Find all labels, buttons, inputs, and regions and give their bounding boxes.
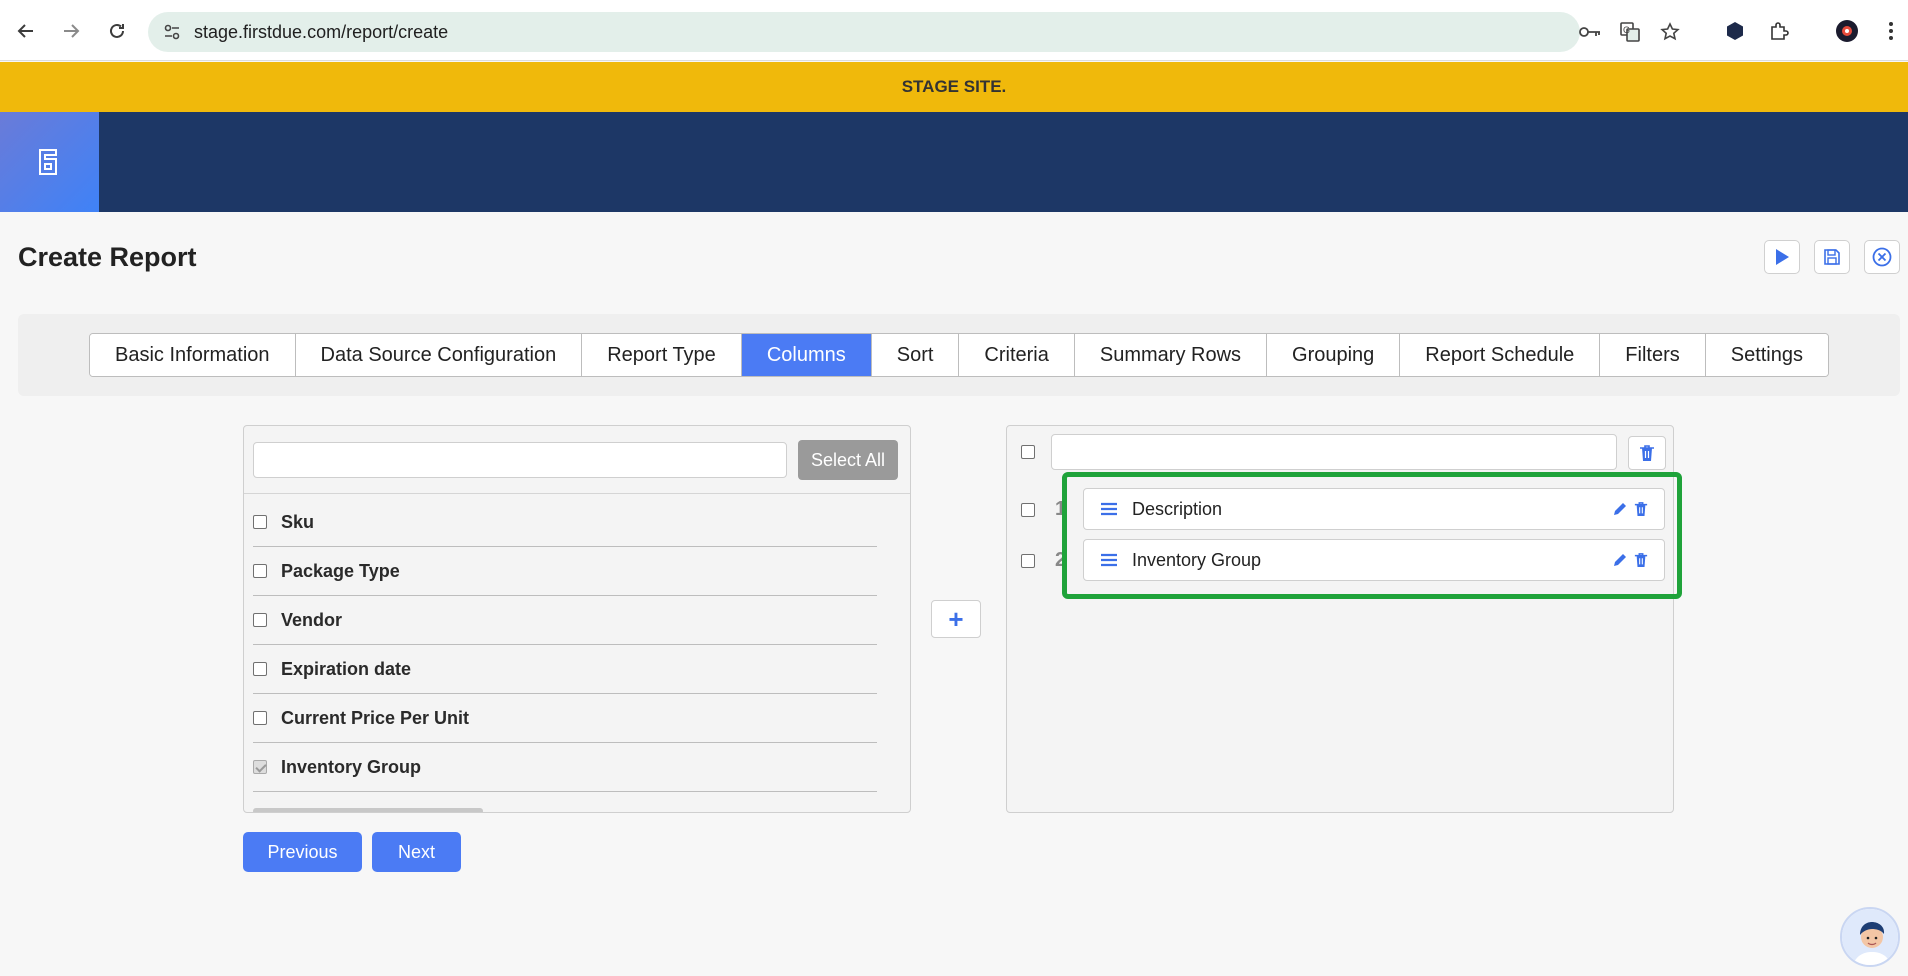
tab-report-type[interactable]: Report Type: [582, 334, 742, 376]
field-row-vendor[interactable]: Vendor: [253, 596, 877, 645]
forward-icon[interactable]: [57, 17, 85, 45]
browser-toolbar: stage.firstdue.com/report/create G: [0, 0, 1908, 61]
tab-columns[interactable]: Columns: [741, 334, 872, 376]
reload-icon[interactable]: [103, 17, 131, 45]
select-all-button[interactable]: Select All: [798, 440, 898, 480]
field-row-current-price-per-unit[interactable]: Current Price Per Unit: [253, 694, 877, 743]
close-report-button[interactable]: [1864, 240, 1900, 274]
tab-sort[interactable]: Sort: [871, 334, 960, 376]
panel-divider: [244, 493, 910, 494]
selected-columns-highlight: [1062, 472, 1682, 599]
delete-selected-columns-button[interactable]: [1628, 436, 1666, 470]
field-label: Package Type: [281, 560, 400, 581]
field-row-package-type[interactable]: Package Type: [253, 547, 877, 596]
page-title: Create Report: [18, 242, 197, 272]
save-report-button[interactable]: [1814, 240, 1850, 274]
app-header: [0, 112, 1908, 212]
tab-criteria[interactable]: Criteria: [959, 334, 1075, 376]
fields-search-input[interactable]: [253, 442, 787, 478]
field-checkbox-disabled-checked: [253, 760, 267, 774]
profile-avatar-icon[interactable]: [1834, 18, 1860, 44]
field-label: Expiration date: [281, 658, 412, 679]
svg-text:G: G: [1623, 25, 1630, 35]
add-columns-button[interactable]: +: [931, 600, 981, 638]
field-row-sku[interactable]: Sku: [253, 498, 877, 547]
field-label: Sku: [281, 511, 315, 532]
field-label: Current Price Per Unit: [281, 707, 470, 728]
extensions-puzzle-icon[interactable]: [1766, 18, 1792, 44]
trash-icon: [1640, 445, 1654, 461]
play-icon: [1776, 249, 1789, 265]
logo-icon: [38, 149, 57, 175]
tab-data-source-configuration[interactable]: Data Source Configuration: [295, 334, 583, 376]
tabs-container: Basic Information Data Source Configurat…: [18, 314, 1900, 396]
field-checkbox[interactable]: [253, 662, 267, 676]
select-all-columns-checkbox[interactable]: [1021, 445, 1035, 459]
tab-filters[interactable]: Filters: [1600, 334, 1706, 376]
address-bar[interactable]: stage.firstdue.com/report/create G: [148, 12, 1680, 52]
url-text[interactable]: stage.firstdue.com/report/create: [194, 22, 448, 43]
site-settings-icon[interactable]: [160, 20, 184, 44]
next-button[interactable]: Next: [372, 832, 461, 872]
tab-basic-information[interactable]: Basic Information: [90, 334, 296, 376]
report-tabs: Basic Information Data Source Configurat…: [89, 333, 1829, 377]
tab-grouping[interactable]: Grouping: [1267, 334, 1401, 376]
columns-header-input[interactable]: [1051, 434, 1617, 470]
field-checkbox[interactable]: [253, 515, 267, 529]
tab-report-schedule[interactable]: Report Schedule: [1400, 334, 1601, 376]
tab-settings[interactable]: Settings: [1705, 334, 1828, 376]
extension-hex-icon[interactable]: [1722, 18, 1748, 44]
field-label: Vendor: [281, 609, 343, 630]
field-row-expiration-date[interactable]: Expiration date: [253, 645, 877, 694]
available-fields-panel: Select All Sku Package Type Vendor Expir…: [243, 425, 911, 813]
chat-assistant-avatar[interactable]: [1840, 907, 1900, 967]
save-icon: [1824, 249, 1840, 265]
password-key-icon[interactable]: [1578, 20, 1602, 44]
close-circle-icon: [1872, 247, 1892, 267]
field-row-inventory-group[interactable]: Inventory Group: [253, 743, 877, 792]
browser-menu-icon[interactable]: [1878, 18, 1904, 44]
stage-banner: STAGE SITE.: [0, 62, 1908, 112]
run-report-button[interactable]: [1764, 240, 1800, 274]
tab-summary-rows[interactable]: Summary Rows: [1074, 334, 1268, 376]
field-checkbox[interactable]: [253, 564, 267, 578]
column-checkbox[interactable]: [1021, 553, 1035, 568]
back-icon[interactable]: [12, 17, 40, 45]
app-logo[interactable]: [0, 112, 99, 212]
field-label: Inventory Group: [281, 756, 422, 777]
previous-button[interactable]: Previous: [243, 832, 362, 872]
bookmark-star-icon[interactable]: [1658, 20, 1682, 44]
stage-banner-text: STAGE SITE.: [901, 77, 1007, 96]
horizontal-scrollbar[interactable]: [253, 808, 483, 812]
translate-icon[interactable]: G: [1618, 20, 1642, 44]
field-checkbox[interactable]: [253, 613, 267, 627]
column-checkbox[interactable]: [1021, 502, 1035, 517]
field-checkbox[interactable]: [253, 711, 267, 725]
assistant-face-icon: [1842, 909, 1898, 965]
